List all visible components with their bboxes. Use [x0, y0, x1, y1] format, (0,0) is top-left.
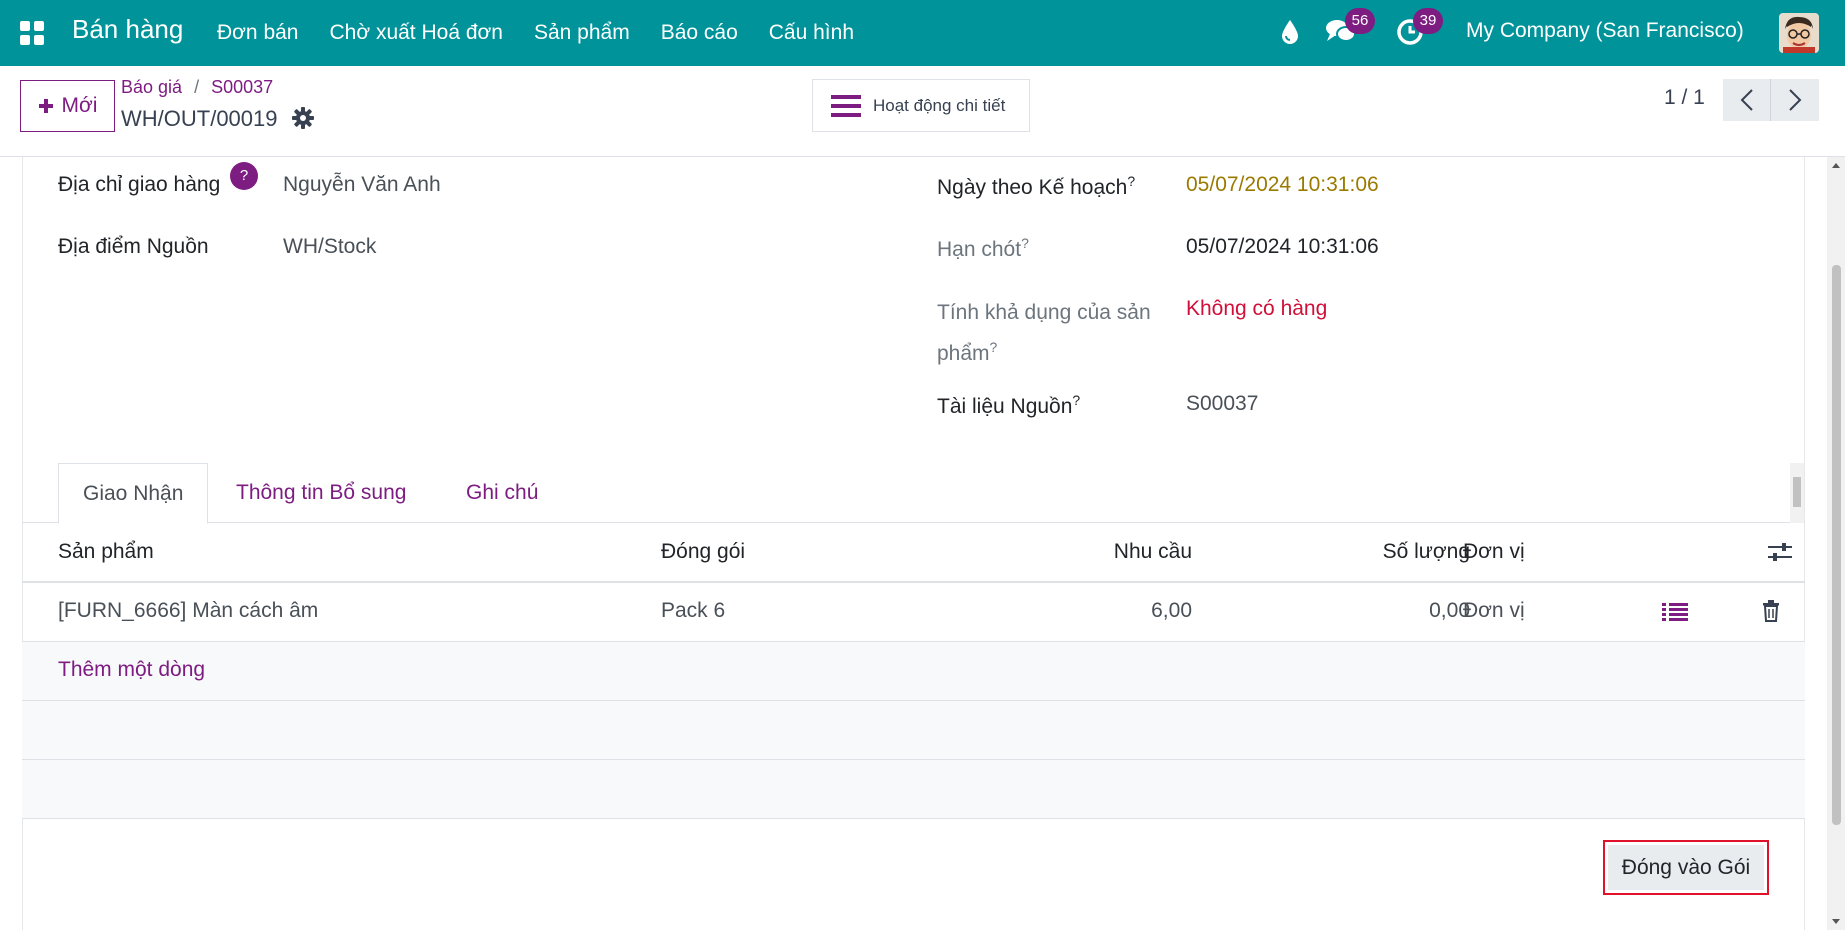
source-location-label: Địa điểm Nguồn: [58, 235, 209, 258]
gear-icon[interactable]: [292, 107, 314, 135]
deadline-label: Hạn chót?: [937, 235, 1029, 262]
source-document-label: Tài liệu Nguồn?: [937, 392, 1080, 419]
column-uom[interactable]: Đơn vị: [1463, 540, 1525, 564]
product-availability-value: Không có hàng: [1186, 297, 1328, 320]
pager-next-button[interactable]: [1771, 79, 1819, 121]
control-panel: Mới Báo giá / S00037 WH/OUT/00019 Hoạt đ…: [0, 66, 1845, 157]
source-location-value[interactable]: WH/Stock: [283, 235, 376, 259]
chevron-left-icon: [1740, 89, 1753, 111]
empty-row: [22, 701, 1805, 760]
delivery-address-value[interactable]: Nguyễn Văn Anh: [283, 173, 441, 197]
tab-note[interactable]: Ghi chú: [442, 463, 562, 523]
scheduled-date-label: Ngày theo Kế hoạch?: [937, 173, 1135, 200]
add-line-link[interactable]: Thêm một dòng: [58, 658, 205, 682]
pager-previous-button[interactable]: [1723, 79, 1771, 121]
source-document-label-text: Tài liệu Nguồn: [937, 395, 1073, 418]
product-availability-label-line1: Tính khả dụng của sản: [937, 301, 1151, 324]
deadline-label-text: Hạn chót: [937, 238, 1022, 261]
user-avatar[interactable]: [1779, 13, 1819, 53]
column-demand[interactable]: Nhu cầu: [1088, 540, 1192, 564]
column-packaging[interactable]: Đóng gói: [661, 540, 745, 564]
list-hamburger-icon: [831, 94, 861, 117]
source-document-value[interactable]: S00037: [1186, 392, 1258, 416]
menu-item-to-invoice[interactable]: Chờ xuất Hoá đơn: [330, 21, 503, 45]
row-product[interactable]: [FURN_6666] Màn cách âm: [58, 599, 318, 623]
company-switcher[interactable]: My Company (San Francisco): [1466, 19, 1744, 43]
new-record-label: Mới: [61, 94, 98, 117]
top-navbar: Bán hàng Đơn bán Chờ xuất Hoá đơn Sản ph…: [0, 0, 1845, 66]
delivery-address-label: Địa chỉ giao hàng: [58, 173, 221, 196]
tab-operations[interactable]: Giao Nhận: [58, 463, 209, 524]
product-availability-label-line2: phẩm: [937, 342, 990, 365]
table-header: Sản phẩm Đóng gói Nhu cầu Số lượng Đơn v…: [22, 523, 1805, 583]
add-line-row: Thêm một dòng: [22, 642, 1805, 701]
breadcrumb-order[interactable]: S00037: [211, 77, 273, 98]
scrollbar-thumb[interactable]: [1832, 265, 1841, 825]
trash-icon[interactable]: [1762, 600, 1780, 628]
activities-count-badge: 39: [1413, 8, 1443, 34]
detailed-operations-label: Hoạt động chi tiết: [873, 95, 1006, 115]
scheduled-date-label-text: Ngày theo Kế hoạch: [937, 176, 1128, 199]
scheduled-date-tooltip[interactable]: ?: [1127, 173, 1135, 189]
put-in-pack-button[interactable]: Đóng vào Gói: [1603, 840, 1769, 895]
row-packaging[interactable]: Pack 6: [661, 599, 725, 623]
row-demand[interactable]: 6,00: [1088, 599, 1192, 623]
tab-additional-info[interactable]: Thông tin Bổ sung: [212, 463, 430, 523]
pager-value[interactable]: 1 / 1: [1664, 86, 1705, 110]
main-menu: Đơn bán Chờ xuất Hoá đơn Sản phẩm Báo cá…: [217, 0, 885, 66]
detailed-lines-icon[interactable]: [1662, 602, 1688, 628]
empty-row: [22, 760, 1805, 819]
table-row[interactable]: [FURN_6666] Màn cách âm Pack 6 6,00 0,00…: [22, 583, 1805, 642]
record-title: WH/OUT/00019: [121, 106, 278, 131]
chevron-right-icon: [1789, 89, 1802, 111]
notebook-tabs: Giao Nhận Thông tin Bổ sung Ghi chú: [22, 463, 1805, 524]
row-uom[interactable]: Đơn vị: [1463, 599, 1525, 623]
column-product[interactable]: Sản phẩm: [58, 540, 154, 564]
deadline-value: 05/07/2024 10:31:06: [1186, 235, 1379, 258]
apps-grid-icon[interactable]: [20, 21, 44, 45]
plus-icon: [38, 99, 53, 113]
menu-item-reporting[interactable]: Báo cáo: [661, 21, 738, 45]
breadcrumb-quotations[interactable]: Báo giá: [121, 77, 182, 98]
menu-item-products[interactable]: Sản phẩm: [534, 21, 630, 45]
new-record-button[interactable]: Mới: [20, 80, 115, 132]
row-quantity[interactable]: 0,00: [1322, 599, 1470, 623]
water-drop-icon[interactable]: [1280, 19, 1300, 51]
breadcrumb-separator: /: [194, 77, 200, 97]
put-in-pack-label: Đóng vào Gói: [1608, 845, 1764, 890]
menu-item-orders[interactable]: Đơn bán: [217, 21, 299, 45]
product-availability-tooltip[interactable]: ?: [990, 339, 998, 355]
scheduled-date-value[interactable]: 05/07/2024 10:31:06: [1186, 173, 1379, 197]
help-question-icon[interactable]: ?: [230, 162, 258, 190]
app-brand[interactable]: Bán hàng: [72, 14, 183, 45]
deadline-tooltip[interactable]: ?: [1021, 235, 1029, 251]
messages-count-badge: 56: [1345, 8, 1375, 34]
page-scrollbar[interactable]: [1827, 157, 1845, 930]
breadcrumb: Báo giá / S00037: [121, 77, 273, 98]
source-document-tooltip[interactable]: ?: [1072, 392, 1080, 408]
tabs-scrollbar[interactable]: [1790, 463, 1804, 523]
column-quantity[interactable]: Số lượng: [1322, 540, 1470, 564]
column-settings-icon[interactable]: [1767, 541, 1793, 569]
product-availability-label: Tính khả dụng của sản phẩm?: [937, 296, 1151, 371]
menu-item-configuration[interactable]: Cấu hình: [769, 21, 854, 45]
detailed-operations-button[interactable]: Hoạt động chi tiết: [812, 79, 1030, 132]
